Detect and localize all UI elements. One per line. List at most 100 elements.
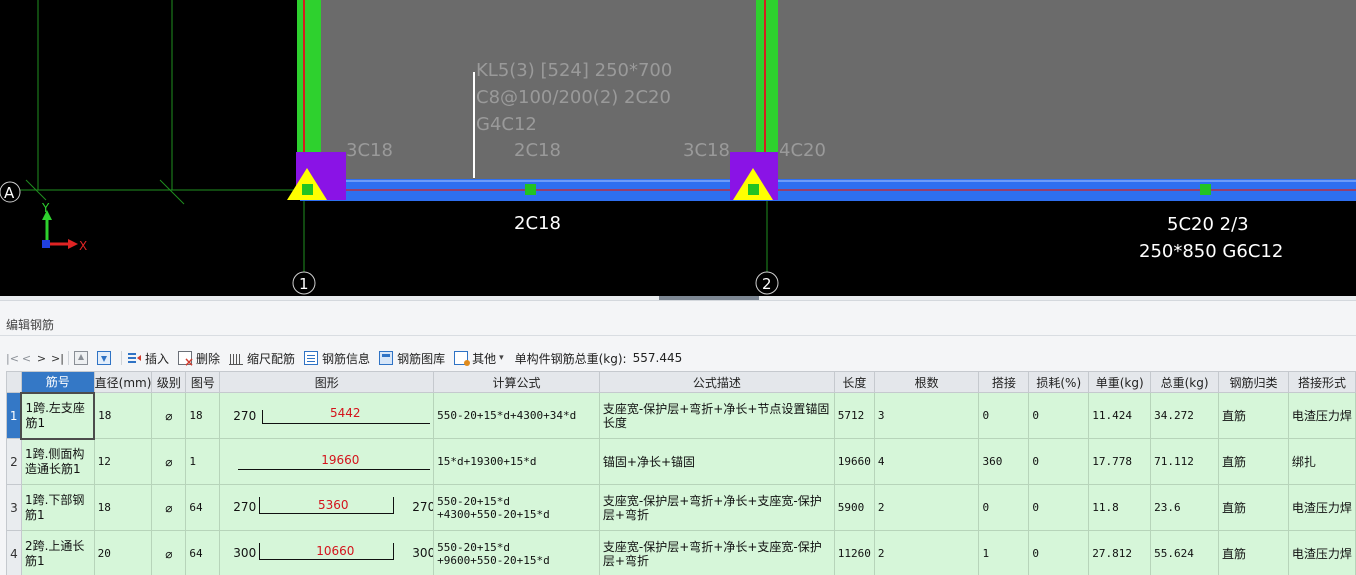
description-cell[interactable]: 支座宽-保护层+弯折+净长+支座宽-保护层+弯折 — [598, 530, 835, 575]
col-header[interactable]: 搭接 — [978, 371, 1030, 393]
nav-next-button[interactable]: > — [36, 352, 47, 365]
diameter-cell[interactable]: 12 — [93, 438, 153, 485]
rebar-name-cell[interactable]: 1跨.左支座筋1 — [20, 391, 96, 440]
total-weight-cell[interactable]: 71.112 — [1150, 438, 1220, 485]
shape-cell[interactable]: 270 5442 — [219, 392, 435, 439]
figure-no-cell[interactable]: 64 — [185, 530, 221, 575]
table-row[interactable]: 3 1跨.下部钢筋1 18 ⌀ 64 270 5360 270 550-20+1… — [6, 484, 1356, 531]
row-index[interactable]: 2 — [6, 438, 22, 485]
rebar-name-cell[interactable]: 1跨.侧面构造通长筋1 — [20, 438, 95, 485]
category-cell[interactable]: 直筋 — [1218, 530, 1289, 575]
grade-cell[interactable]: ⌀ — [151, 484, 187, 531]
col-header[interactable]: 直径(mm) — [93, 371, 153, 393]
col-header[interactable]: 总重(kg) — [1150, 371, 1220, 393]
figure-no-cell[interactable]: 1 — [185, 438, 221, 485]
move-down-icon[interactable] — [97, 351, 111, 365]
category-cell[interactable]: 直筋 — [1218, 438, 1289, 485]
total-weight-cell[interactable]: 34.272 — [1150, 392, 1220, 439]
table-row[interactable]: 2 1跨.侧面构造通长筋1 12 ⌀ 1 19660 15*d+19300+15… — [6, 438, 1356, 485]
rebar-name-cell[interactable]: 1跨.下部钢筋1 — [20, 484, 95, 531]
col-header[interactable]: 损耗(%) — [1028, 371, 1090, 393]
diameter-cell[interactable]: 20 — [93, 530, 153, 575]
rebar-info-button[interactable]: 钢筋信息 — [304, 350, 370, 367]
nav-first-button[interactable]: |< — [6, 352, 19, 365]
table-row[interactable]: 1 1跨.左支座筋1 18 ⌀ 18 270 5442 550-20+15*d+… — [6, 391, 1356, 440]
grade-cell[interactable]: ⌀ — [151, 392, 187, 439]
category-cell[interactable]: 直筋 — [1218, 484, 1289, 531]
col-header[interactable]: 计算公式 — [433, 371, 600, 393]
cad-canvas[interactable]: KL5(3) [524] 250*700 C8@100/200(2) 2C20 … — [0, 0, 1356, 296]
move-up-icon[interactable] — [74, 351, 88, 365]
col-header[interactable]: 图形 — [219, 371, 435, 393]
scale-rebar-button[interactable]: 缩尺配筋 — [229, 350, 295, 367]
insert-button[interactable]: 插入 — [127, 350, 169, 367]
rebar-name-cell[interactable]: 2跨.上通长筋1 — [20, 530, 95, 575]
col-header[interactable]: 长度 — [833, 371, 875, 393]
grade-cell[interactable]: ⌀ — [151, 530, 187, 575]
diameter-cell[interactable]: 18 — [93, 392, 153, 439]
unit-weight-cell[interactable]: 11.8 — [1088, 484, 1152, 531]
shape-cell[interactable]: 19660 — [219, 438, 435, 485]
loss-cell[interactable]: 0 — [1028, 438, 1090, 485]
lap-type-cell[interactable]: 电渣压力焊 — [1287, 392, 1356, 439]
total-weight-cell[interactable]: 55.624 — [1150, 530, 1220, 575]
col-header[interactable]: 钢筋归类 — [1218, 371, 1289, 393]
col-header[interactable]: 图号 — [185, 371, 221, 393]
count-cell[interactable]: 4 — [873, 438, 980, 485]
lap-type-cell[interactable]: 绑扎 — [1287, 438, 1356, 485]
row-index[interactable]: 3 — [6, 484, 22, 531]
loss-cell[interactable]: 0 — [1028, 392, 1090, 439]
formula-cell[interactable]: 15*d+19300+15*d — [433, 438, 600, 485]
figure-no-cell[interactable]: 18 — [185, 392, 221, 439]
loss-cell[interactable]: 0 — [1028, 484, 1090, 531]
count-cell[interactable]: 2 — [873, 484, 980, 531]
delete-icon — [178, 351, 194, 369]
description-cell[interactable]: 锚固+净长+锚固 — [598, 438, 835, 485]
other-dropdown[interactable]: 其他 ▾ — [454, 350, 504, 367]
loss-cell[interactable]: 0 — [1028, 530, 1090, 575]
delete-button[interactable]: 删除 — [178, 350, 220, 369]
category-cell[interactable]: 直筋 — [1218, 392, 1289, 439]
length-cell[interactable]: 11260 — [833, 530, 875, 575]
lap-cell[interactable]: 0 — [978, 392, 1030, 439]
count-cell[interactable]: 3 — [873, 392, 980, 439]
total-weight-cell[interactable]: 23.6 — [1150, 484, 1220, 531]
length-cell[interactable]: 19660 — [833, 438, 875, 485]
length-cell[interactable]: 5900 — [833, 484, 875, 531]
unit-weight-cell[interactable]: 11.424 — [1088, 392, 1152, 439]
formula-cell[interactable]: 550-20+15*d+4300+34*d — [433, 392, 600, 439]
col-header[interactable]: 级别 — [151, 371, 187, 393]
grade-cell[interactable]: ⌀ — [151, 438, 187, 485]
unit-weight-cell[interactable]: 27.812 — [1088, 530, 1152, 575]
lap-cell[interactable]: 1 — [978, 530, 1030, 575]
figure-no-cell[interactable]: 64 — [185, 484, 221, 531]
nav-last-button[interactable]: >| — [51, 352, 64, 365]
lap-type-cell[interactable]: 电渣压力焊 — [1287, 530, 1356, 575]
column-2-axis — [764, 0, 766, 155]
diameter-cell[interactable]: 18 — [93, 484, 153, 531]
description-cell[interactable]: 支座宽-保护层+弯折+净长+节点设置锚固长度 — [598, 392, 835, 439]
shape-cell[interactable]: 300 10660 300 — [219, 530, 435, 575]
col-header[interactable]: 公式描述 — [598, 371, 835, 393]
formula-cell[interactable]: 550-20+15*d +4300+550-20+15*d — [433, 484, 600, 531]
col-header[interactable]: 筋号 — [20, 371, 95, 393]
col-header[interactable]: 根数 — [873, 371, 980, 393]
formula-cell[interactable]: 550-20+15*d +9600+550-20+15*d — [433, 530, 600, 575]
cad-drawing[interactable]: KL5(3) [524] 250*700 C8@100/200(2) 2C20 … — [0, 0, 1356, 296]
lap-cell[interactable]: 0 — [978, 484, 1030, 531]
info-icon — [304, 351, 319, 365]
nav-prev-button[interactable]: < — [21, 352, 32, 365]
row-index[interactable]: 1 — [6, 392, 22, 439]
shape-cell[interactable]: 270 5360 270 — [219, 484, 435, 531]
col-header[interactable]: 搭接形式 — [1287, 371, 1356, 393]
row-index[interactable]: 4 — [6, 530, 22, 575]
lap-type-cell[interactable]: 电渣压力焊 — [1287, 484, 1356, 531]
table-row[interactable]: 4 2跨.上通长筋1 20 ⌀ 64 300 10660 300 550-20+… — [6, 530, 1356, 575]
lap-cell[interactable]: 360 — [978, 438, 1030, 485]
length-cell[interactable]: 5712 — [833, 392, 875, 439]
unit-weight-cell[interactable]: 17.778 — [1088, 438, 1152, 485]
col-header[interactable]: 单重(kg) — [1088, 371, 1152, 393]
rebar-library-button[interactable]: 钢筋图库 — [379, 350, 445, 367]
description-cell[interactable]: 支座宽-保护层+弯折+净长+支座宽-保护层+弯折 — [598, 484, 835, 531]
count-cell[interactable]: 2 — [873, 530, 980, 575]
